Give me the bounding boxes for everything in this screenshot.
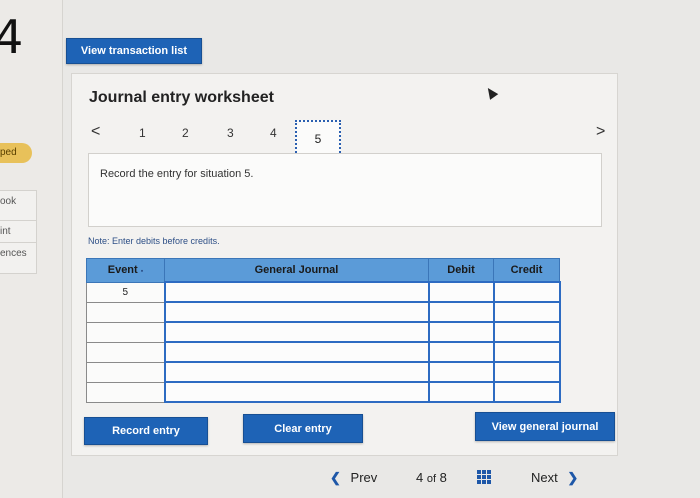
prev-step-arrow-icon[interactable]: <: [91, 123, 100, 141]
instruction-text: Record the entry for situation 5.: [100, 168, 254, 180]
credit-input[interactable]: [492, 281, 561, 303]
next-step-arrow-icon[interactable]: >: [596, 123, 605, 141]
credit-input[interactable]: [492, 301, 561, 323]
view-general-journal-button[interactable]: View general journal: [475, 412, 615, 441]
event-cell: 5: [86, 281, 165, 303]
debit-input[interactable]: [427, 381, 495, 403]
clear-entry-button[interactable]: Clear entry: [243, 414, 363, 443]
page-indicator: 4 of 8: [416, 470, 447, 485]
event-marker-icon: ▪: [140, 268, 144, 276]
rail-item-book[interactable]: ook: [0, 190, 37, 222]
table-row: 5: [86, 281, 561, 303]
left-rail: 4 ped ook int ences: [0, 0, 63, 498]
debit-input[interactable]: [427, 301, 495, 323]
page-current: 4: [416, 470, 424, 485]
account-input[interactable]: [163, 301, 430, 323]
event-cell: [86, 321, 165, 343]
step-5-active[interactable]: 5: [295, 120, 341, 157]
table-row: [86, 381, 561, 403]
note-text: Note: Enter debits before credits.: [88, 236, 220, 246]
debit-input[interactable]: [427, 341, 495, 363]
table-header-row: Event ▪ General Journal Debit Credit: [86, 258, 560, 283]
chevron-left-icon: ❮: [330, 470, 341, 485]
account-input[interactable]: [163, 341, 430, 363]
instruction-box: [88, 153, 602, 227]
credit-input[interactable]: [492, 381, 561, 403]
table-row: [86, 341, 561, 363]
prev-button[interactable]: ❮ Prev: [330, 470, 377, 486]
rail-item-references[interactable]: ences: [0, 242, 37, 274]
step-3[interactable]: 3: [227, 126, 234, 140]
event-cell: [86, 301, 165, 323]
rail-item-label: ences: [0, 248, 27, 259]
grid-view-icon[interactable]: [477, 470, 491, 484]
table-row: [86, 321, 561, 343]
rail-item-label: ook: [0, 196, 17, 207]
event-cell: [86, 361, 165, 383]
rail-item-label: int: [0, 226, 11, 237]
debit-input[interactable]: [427, 361, 495, 383]
event-cell: [86, 381, 165, 403]
credit-input[interactable]: [492, 361, 561, 383]
next-button[interactable]: Next ❯: [531, 470, 578, 486]
page-of: of: [426, 473, 437, 485]
credit-input[interactable]: [492, 341, 561, 363]
header-credit: Credit: [493, 258, 560, 283]
header-event-label: Event: [107, 264, 138, 277]
header-event: Event ▪: [86, 258, 165, 283]
account-input[interactable]: [163, 381, 430, 403]
chevron-right-icon: ❯: [567, 470, 579, 485]
header-debit: Debit: [428, 258, 494, 283]
debit-input[interactable]: [427, 281, 495, 303]
table-row: [86, 361, 561, 383]
question-number: 4: [0, 10, 24, 64]
worksheet-title: Journal entry worksheet: [89, 89, 274, 106]
record-entry-button[interactable]: Record entry: [84, 417, 208, 445]
header-general-journal: General Journal: [164, 258, 429, 283]
next-label: Next: [531, 470, 558, 485]
account-input[interactable]: [163, 361, 430, 383]
journal-table: Event ▪ General Journal Debit Credit 5: [86, 258, 561, 403]
table-row: [86, 301, 561, 323]
step-2[interactable]: 2: [182, 126, 189, 140]
account-input[interactable]: [163, 281, 430, 303]
view-transaction-list-button[interactable]: View transaction list: [66, 38, 202, 64]
page-total: 8: [439, 470, 447, 485]
debit-input[interactable]: [427, 321, 495, 343]
step-1[interactable]: 1: [139, 126, 146, 140]
credit-input[interactable]: [492, 321, 561, 343]
step-4[interactable]: 4: [270, 126, 277, 140]
account-input[interactable]: [163, 321, 430, 343]
prev-label: Prev: [350, 470, 378, 485]
status-badge: ped: [0, 143, 32, 163]
event-cell: [86, 341, 165, 363]
